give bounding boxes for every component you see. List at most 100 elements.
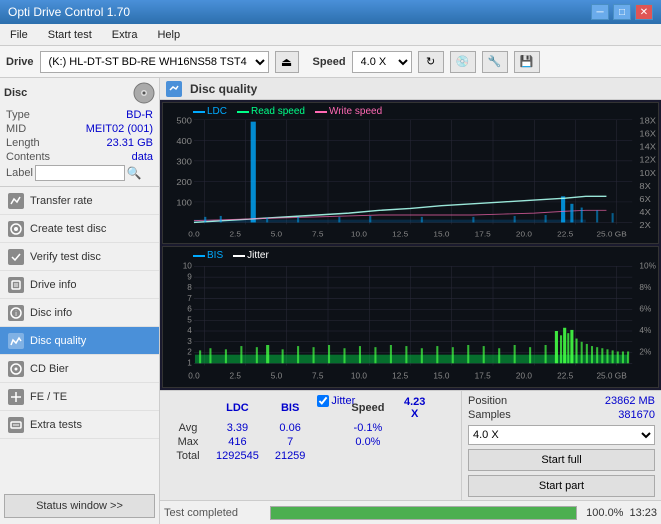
progress-area: Test completed 100.0% 13:23 bbox=[160, 500, 661, 524]
maximize-button[interactable]: □ bbox=[613, 4, 631, 20]
total-jitter-spacer bbox=[313, 449, 343, 463]
quality-icon bbox=[166, 81, 182, 97]
jitter-checkbox[interactable] bbox=[317, 395, 329, 407]
minimize-button[interactable]: ─ bbox=[591, 4, 609, 20]
svg-text:5.0: 5.0 bbox=[271, 370, 283, 380]
mid-row: MID MEIT02 (001) bbox=[4, 122, 155, 136]
avg-row: Avg 3.39 0.06 -0.1% bbox=[168, 421, 453, 435]
svg-text:7.5: 7.5 bbox=[312, 370, 324, 380]
nav-drive-info[interactable]: Drive info bbox=[0, 271, 159, 299]
main-layout: Disc Type BD-R MID MEIT02 (001) Length 2… bbox=[0, 78, 661, 524]
svg-text:6X: 6X bbox=[639, 194, 650, 203]
svg-text:2%: 2% bbox=[639, 347, 651, 357]
read-speed-legend: Read speed bbox=[237, 106, 305, 117]
nav-cd-bier[interactable]: CD Bier bbox=[0, 355, 159, 383]
svg-text:7.5: 7.5 bbox=[312, 230, 324, 239]
menu-file[interactable]: File bbox=[4, 27, 34, 43]
position-value: 23862 MB bbox=[605, 395, 655, 407]
jitter-legend: Jitter bbox=[233, 250, 269, 261]
svg-text:0.0: 0.0 bbox=[188, 370, 200, 380]
drive-label: Drive bbox=[6, 56, 34, 68]
svg-text:400: 400 bbox=[176, 136, 192, 145]
svg-text:4%: 4% bbox=[639, 325, 651, 335]
titlebar: Opti Drive Control 1.70 ─ □ ✕ bbox=[0, 0, 661, 24]
refresh-button[interactable]: ↻ bbox=[418, 51, 444, 73]
avg-jitter: -0.1% bbox=[343, 421, 392, 435]
max-ldc: 416 bbox=[208, 435, 267, 449]
nav-fe-te[interactable]: FE / TE bbox=[0, 383, 159, 411]
verify-test-disc-icon bbox=[8, 249, 24, 265]
drive-select[interactable]: (K:) HL-DT-ST BD-RE WH16NS58 TST4 bbox=[40, 51, 269, 73]
max-jitter-spacer bbox=[313, 435, 343, 449]
max-jitter: 0.0% bbox=[343, 435, 392, 449]
speed-select[interactable]: 4.0 X bbox=[352, 51, 412, 73]
nav-disc-quality[interactable]: Disc quality bbox=[0, 327, 159, 355]
progress-time: 13:23 bbox=[629, 507, 657, 519]
svg-text:3: 3 bbox=[187, 336, 192, 346]
svg-text:16X: 16X bbox=[639, 129, 656, 138]
svg-text:10.0: 10.0 bbox=[351, 230, 368, 239]
svg-text:22.5: 22.5 bbox=[557, 370, 573, 380]
stats-area: LDC BIS Jitter Speed 4.23 X bbox=[160, 390, 661, 500]
ldc-legend: LDC bbox=[193, 106, 227, 117]
save-button[interactable]: 💾 bbox=[514, 51, 540, 73]
progress-percent: 100.0% bbox=[583, 507, 623, 519]
speed-value-header: 4.23 X bbox=[392, 395, 437, 421]
speed-dropdown[interactable]: 4.0 X bbox=[468, 425, 655, 445]
eject-button[interactable]: ⏏ bbox=[275, 51, 299, 73]
burn-button[interactable]: 💿 bbox=[450, 51, 476, 73]
menu-start-test[interactable]: Start test bbox=[42, 27, 98, 43]
svg-text:100: 100 bbox=[176, 198, 192, 207]
svg-text:22.5: 22.5 bbox=[557, 230, 574, 239]
svg-text:12X: 12X bbox=[639, 155, 656, 164]
settings-button[interactable]: 🔧 bbox=[482, 51, 508, 73]
svg-text:500: 500 bbox=[176, 116, 192, 125]
svg-text:14X: 14X bbox=[639, 142, 656, 151]
svg-text:20.0: 20.0 bbox=[516, 230, 533, 239]
menu-extra[interactable]: Extra bbox=[106, 27, 144, 43]
bis-legend: BIS bbox=[193, 250, 223, 261]
stats-row: LDC BIS Jitter Speed 4.23 X bbox=[160, 391, 661, 500]
svg-text:10.0: 10.0 bbox=[351, 370, 367, 380]
close-button[interactable]: ✕ bbox=[635, 4, 653, 20]
bis-chart: BIS Jitter bbox=[162, 246, 659, 388]
label-icon[interactable]: 🔍 bbox=[127, 166, 142, 180]
svg-text:4: 4 bbox=[187, 325, 192, 335]
nav-transfer-rate[interactable]: Transfer rate bbox=[0, 187, 159, 215]
fe-te-icon bbox=[8, 389, 24, 405]
svg-text:1: 1 bbox=[187, 357, 192, 367]
progress-bar-fill bbox=[271, 507, 576, 519]
cd-bier-icon bbox=[8, 361, 24, 377]
quality-title: Disc quality bbox=[190, 82, 257, 96]
disc-icon bbox=[133, 82, 155, 104]
stats-right: Position 23862 MB Samples 381670 4.0 X S… bbox=[461, 391, 661, 500]
nav-disc-info[interactable]: i Disc info bbox=[0, 299, 159, 327]
svg-text:25.0 GB: 25.0 GB bbox=[596, 230, 626, 239]
svg-text:6: 6 bbox=[187, 303, 192, 313]
svg-text:2.5: 2.5 bbox=[229, 230, 241, 239]
svg-text:12.5: 12.5 bbox=[392, 370, 408, 380]
nav-verify-test-disc[interactable]: Verify test disc bbox=[0, 243, 159, 271]
svg-text:0.0: 0.0 bbox=[188, 230, 200, 239]
status-window-button[interactable]: Status window >> bbox=[4, 494, 155, 518]
avg-bis: 0.06 bbox=[267, 421, 314, 435]
nav-menu: Transfer rate Create test disc Verify te… bbox=[0, 187, 159, 439]
menu-help[interactable]: Help bbox=[151, 27, 186, 43]
label-input[interactable] bbox=[35, 165, 125, 181]
samples-row: Samples 381670 bbox=[468, 409, 655, 421]
svg-text:8%: 8% bbox=[639, 282, 651, 292]
start-full-button[interactable]: Start full bbox=[468, 449, 655, 471]
ldc-header: LDC bbox=[208, 395, 267, 421]
svg-text:6%: 6% bbox=[639, 303, 651, 313]
length-row: Length 23.31 GB bbox=[4, 136, 155, 150]
svg-text:17.5: 17.5 bbox=[475, 370, 491, 380]
disc-quality-icon bbox=[8, 333, 24, 349]
nav-extra-tests[interactable]: Extra tests bbox=[0, 411, 159, 439]
disc-info-icon: i bbox=[8, 305, 24, 321]
nav-create-test-disc[interactable]: Create test disc bbox=[0, 215, 159, 243]
svg-text:200: 200 bbox=[176, 178, 192, 187]
svg-text:5.0: 5.0 bbox=[271, 230, 283, 239]
svg-text:10: 10 bbox=[183, 260, 192, 270]
svg-text:i: i bbox=[15, 311, 17, 318]
start-part-button[interactable]: Start part bbox=[468, 475, 655, 497]
